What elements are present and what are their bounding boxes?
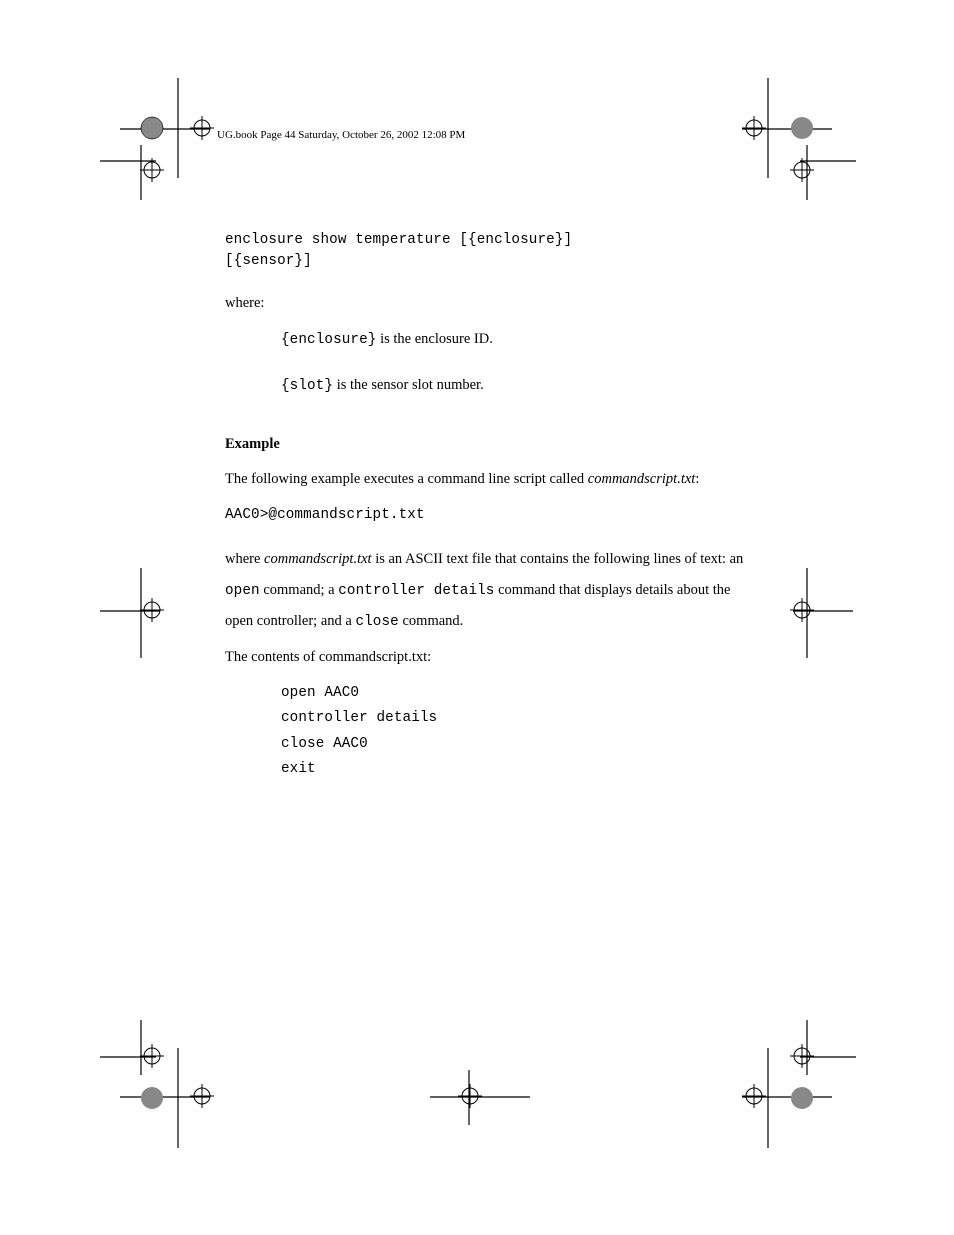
- cropmark-vertical-tr-inner: [767, 78, 769, 178]
- para-ctrl: controller details: [338, 583, 494, 599]
- cropmark-horizontal-tr: [742, 128, 832, 130]
- dot-icon-tr: [790, 116, 814, 140]
- cropmark-horizontal-tl: [120, 128, 210, 130]
- cropmark-horizontal-ml: [100, 610, 160, 612]
- page-header: UG.book Page 44 Saturday, October 26, 20…: [217, 127, 465, 144]
- register-icon-bl: [190, 1084, 214, 1108]
- cropmark-horizontal-mr: [793, 610, 853, 612]
- register-icon-ml: [140, 598, 164, 622]
- cropmark-vertical-tl-outer: [140, 145, 142, 200]
- script-line-2: controller details: [281, 708, 755, 729]
- para-filename2: commandscript.txt: [264, 551, 372, 567]
- cropmark-vertical-tr-outer: [806, 145, 808, 200]
- register-icon-br: [742, 1084, 766, 1108]
- cropmark-vertical-ml: [140, 568, 142, 658]
- example-leadin: The following example executes a command…: [225, 471, 588, 487]
- script-line-3: close AAC0: [281, 734, 755, 755]
- para-a: where: [225, 551, 264, 567]
- param-slot-desc: is the sensor slot number.: [333, 377, 484, 393]
- param-enclosure-name: {enclosure}: [281, 332, 376, 348]
- register-icon-tr2: [790, 158, 814, 182]
- dot-icon-br: [790, 1086, 814, 1110]
- para-mid2: command; a: [260, 582, 339, 598]
- para-close: close: [355, 614, 398, 630]
- register-icon-bl2: [140, 1044, 164, 1068]
- register-icon-tr: [742, 116, 766, 140]
- para-mid1: is an ASCII text file that contains the …: [372, 551, 744, 567]
- register-icon-tl2: [140, 158, 164, 182]
- cropmark-vertical-br-outer: [806, 1020, 808, 1075]
- script-line-4: exit: [281, 759, 755, 780]
- cropmark-vertical-br-inner: [767, 1048, 769, 1148]
- cropmark-vertical-bc: [468, 1070, 470, 1125]
- dot-icon-bl: [140, 1086, 164, 1110]
- param-enclosure: {enclosure} is the enclosure ID.: [281, 329, 755, 351]
- script-explanation: where commandscript.txt is an ASCII text…: [225, 544, 755, 636]
- example-trail: :: [695, 471, 699, 487]
- register-icon-br2: [790, 1044, 814, 1068]
- example-command: AAC0>@commandscript.txt: [225, 505, 755, 526]
- command-syntax-line1: enclosure show temperature [{enclosure}]: [225, 230, 755, 251]
- param-enclosure-desc: is the enclosure ID.: [376, 331, 492, 347]
- param-slot: {slot} is the sensor slot number.: [281, 375, 755, 397]
- cropmark-horizontal-bl2: [100, 1056, 156, 1058]
- cropmark-horizontal-br: [742, 1096, 832, 1098]
- register-icon-bc: [458, 1084, 482, 1108]
- para-open: open: [225, 583, 260, 599]
- para-end: command.: [399, 613, 463, 629]
- register-icon-tl: [190, 116, 214, 140]
- script-line-1: open AAC0: [281, 683, 755, 704]
- cropmark-vertical-bl-outer: [140, 1020, 142, 1075]
- cropmark-horizontal-tr2: [800, 160, 856, 162]
- script-contents-label: The contents of commandscript.txt:: [225, 647, 755, 669]
- command-syntax-line2: [{sensor}]: [225, 251, 755, 272]
- register-icon-mr: [790, 598, 814, 622]
- cropmark-horizontal-bl: [120, 1096, 210, 1098]
- page-body: enclosure show temperature [{enclosure}]…: [225, 230, 755, 784]
- cropmark-vertical-bl-inner: [177, 1048, 179, 1148]
- param-slot-name: {slot}: [281, 378, 333, 394]
- where-label: where:: [225, 293, 755, 315]
- cropmark-vertical-mr: [806, 568, 808, 658]
- cropmark-horizontal-br2: [800, 1056, 856, 1058]
- example-description: The following example executes a command…: [225, 469, 755, 491]
- example-heading: Example: [225, 434, 755, 456]
- script-contents: open AAC0 controller details close AAC0 …: [281, 683, 755, 781]
- dot-icon-tl: [140, 116, 164, 140]
- cropmark-vertical-tl-inner: [177, 78, 179, 178]
- cropmark-horizontal-bc: [430, 1096, 530, 1098]
- example-filename: commandscript.txt: [588, 471, 696, 487]
- cropmark-horizontal-tl2: [100, 160, 156, 162]
